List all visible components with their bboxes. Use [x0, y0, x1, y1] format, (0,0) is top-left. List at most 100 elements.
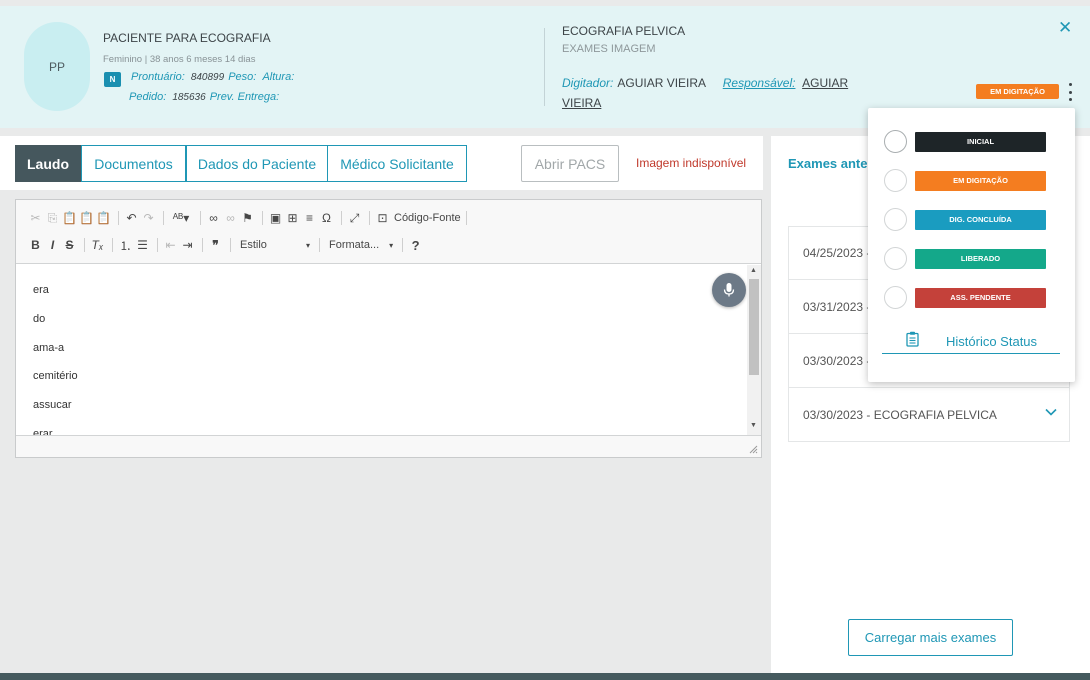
- remove-format-icon[interactable]: Tₓ: [90, 238, 105, 252]
- status-badge: EM DIGITAÇÃO: [976, 84, 1059, 99]
- redo-icon[interactable]: ↷: [141, 211, 156, 225]
- maximize-icon[interactable]: ⤢: [347, 211, 362, 226]
- cut-icon[interactable]: ✂: [28, 211, 43, 225]
- paste-icon[interactable]: 📋: [62, 211, 77, 225]
- status-pill: INICIAL: [915, 131, 1046, 152]
- patient-row-2: Pedido: 185636 Prev. Entrega:: [129, 91, 279, 103]
- blockquote-icon[interactable]: ❞: [208, 238, 223, 252]
- outdent-icon[interactable]: ⇤: [163, 238, 178, 252]
- scroll-up-icon[interactable]: ▲: [750, 267, 757, 274]
- clipboard-icon: [906, 331, 919, 347]
- editor-toolbar: ✂ ⎘ 📋 📋 📋 ↶ ↷ ᴬᴮ▾ ∞ ∞ ⚑ ▣ ⊞ ≡ Ω ⤢ ⊡ Códi…: [16, 200, 761, 264]
- status-dropdown-menu: INICIAL EM DIGITAÇÃO DIG. CONCLUÍDA LIBE…: [868, 108, 1075, 382]
- horizontal-line-icon[interactable]: ≡: [302, 211, 317, 225]
- source-code-button[interactable]: Código-Fonte: [394, 212, 461, 224]
- tab-dados-paciente[interactable]: Dados do Paciente: [186, 145, 328, 182]
- strikethrough-icon[interactable]: S: [62, 238, 77, 252]
- status-option-dig-concluida[interactable]: DIG. CONCLUÍDA: [884, 208, 1046, 231]
- toolbar-separator: [118, 211, 119, 225]
- editor-statusbar: [16, 435, 761, 457]
- list-item[interactable]: 03/30/2023 - ECOGRAFIA PELVICA: [788, 388, 1070, 442]
- prontuario-value: 840899: [190, 72, 225, 83]
- status-history-link[interactable]: Histórico Status: [882, 330, 1060, 354]
- status-option-inicial[interactable]: INICIAL: [884, 130, 1046, 153]
- prev-entrega-label: Prev. Entrega:: [209, 91, 280, 103]
- scroll-down-icon[interactable]: ▼: [750, 422, 757, 429]
- text-line: assucar: [33, 399, 72, 411]
- chevron-down-icon[interactable]: [1045, 408, 1057, 416]
- status-radio[interactable]: [884, 247, 907, 270]
- bold-icon[interactable]: B: [28, 238, 43, 252]
- numbered-list-icon[interactable]: ⒈: [118, 237, 133, 254]
- toolbar-separator: [262, 211, 263, 225]
- report-editor: ✂ ⎘ 📋 📋 📋 ↶ ↷ ᴬᴮ▾ ∞ ∞ ⚑ ▣ ⊞ ≡ Ω ⤢ ⊡ Códi…: [15, 199, 762, 458]
- editor-scrollbar[interactable]: ▲ ▼: [747, 265, 761, 435]
- indent-icon[interactable]: ⇥: [180, 238, 195, 252]
- text-line: cemitério: [33, 370, 78, 382]
- patient-name: PACIENTE PARA ECOGRAFIA: [103, 31, 271, 45]
- exam-item-label: 03/30/2023 - ECOGRAFIA PELVICA: [803, 407, 997, 422]
- paste-text-icon[interactable]: 📋: [79, 211, 94, 225]
- toolbar-separator: [465, 211, 467, 225]
- status-radio[interactable]: [884, 169, 907, 192]
- status-radio[interactable]: [884, 286, 907, 309]
- tab-medico-solicitante[interactable]: Médico Solicitante: [327, 145, 467, 182]
- peso-label: Peso:: [228, 71, 257, 83]
- status-pill: EM DIGITAÇÃO: [915, 170, 1046, 191]
- spellcheck-icon[interactable]: ᴬᴮ▾: [169, 211, 193, 225]
- toolbar-separator: [200, 211, 201, 225]
- more-options-icon[interactable]: [1067, 83, 1073, 101]
- help-icon[interactable]: ?: [408, 238, 423, 253]
- altura-label: Altura:: [262, 71, 295, 83]
- exam-title: ECOGRAFIA PELVICA: [562, 24, 686, 38]
- text-line: do: [33, 313, 46, 325]
- italic-icon[interactable]: I: [45, 238, 60, 252]
- special-char-icon[interactable]: Ω: [319, 211, 334, 225]
- patient-row-1: Prontuário: 840899 Peso: Altura:: [131, 71, 294, 83]
- image-unavailable-text: Imagem indisponível: [636, 156, 747, 170]
- status-option-ass-pendente[interactable]: ASS. PENDENTE: [884, 286, 1046, 309]
- load-more-exams-button[interactable]: Carregar mais exames: [848, 619, 1013, 656]
- responsavel-label: Responsável:: [722, 76, 796, 90]
- image-icon[interactable]: ▣: [268, 211, 283, 225]
- text-line: era: [33, 284, 49, 296]
- tab-documentos[interactable]: Documentos: [81, 145, 186, 182]
- editor-content[interactable]: era do ama-a cemitério assucar erar: [16, 265, 747, 435]
- status-pill: DIG. CONCLUÍDA: [915, 209, 1046, 230]
- undo-icon[interactable]: ↶: [124, 211, 139, 225]
- toolbar-separator: [402, 238, 404, 252]
- avatar: PP: [24, 22, 90, 111]
- toolbar-separator: [112, 238, 113, 252]
- style-combo[interactable]: Estilo ▾: [236, 239, 314, 251]
- close-icon[interactable]: ✕: [1058, 18, 1072, 38]
- tab-laudo[interactable]: Laudo: [15, 145, 81, 182]
- open-pacs-button[interactable]: Abrir PACS: [521, 145, 619, 182]
- status-pill: ASS. PENDENTE: [915, 287, 1046, 308]
- toolbar-row-1: ✂ ⎘ 📋 📋 📋 ↶ ↷ ᴬᴮ▾ ∞ ∞ ⚑ ▣ ⊞ ≡ Ω ⤢ ⊡ Códi…: [28, 209, 472, 227]
- status-radio[interactable]: [884, 130, 907, 153]
- exam-subtitle: EXAMES IMAGEM: [562, 43, 656, 55]
- microphone-icon[interactable]: [712, 273, 746, 307]
- pedido-label: Pedido:: [129, 91, 167, 103]
- patient-info: Feminino | 38 anos 6 meses 14 dias: [103, 54, 256, 65]
- table-icon[interactable]: ⊞: [285, 211, 300, 225]
- anchor-flag-icon[interactable]: ⚑: [240, 211, 255, 225]
- scroll-thumb[interactable]: [749, 279, 759, 375]
- resize-grip-icon[interactable]: [749, 445, 758, 454]
- format-combo[interactable]: Formata... ▾: [325, 239, 397, 251]
- status-option-em-digitacao[interactable]: EM DIGITAÇÃO: [884, 169, 1046, 192]
- toolbar-row-2: B I S Tₓ ⒈ ☰ ⇤ ⇥ ❞ Estilo ▾ Formata... ▾ ?: [28, 236, 425, 254]
- source-icon[interactable]: ⊡: [375, 211, 390, 225]
- status-pill: LIBERADO: [915, 248, 1046, 269]
- bulleted-list-icon[interactable]: ☰: [135, 238, 150, 252]
- link-icon[interactable]: ∞: [206, 211, 221, 225]
- paste-word-icon[interactable]: 📋: [96, 211, 111, 225]
- status-option-liberado[interactable]: LIBERADO: [884, 247, 1046, 270]
- digitador-value: AGUIAR VIEIRA: [617, 76, 706, 90]
- text-line: ama-a: [33, 342, 65, 354]
- unlink-icon[interactable]: ∞: [223, 211, 238, 225]
- copy-icon[interactable]: ⎘: [45, 211, 60, 226]
- text-line: erar: [33, 428, 53, 435]
- toolbar-separator: [230, 238, 231, 252]
- status-radio[interactable]: [884, 208, 907, 231]
